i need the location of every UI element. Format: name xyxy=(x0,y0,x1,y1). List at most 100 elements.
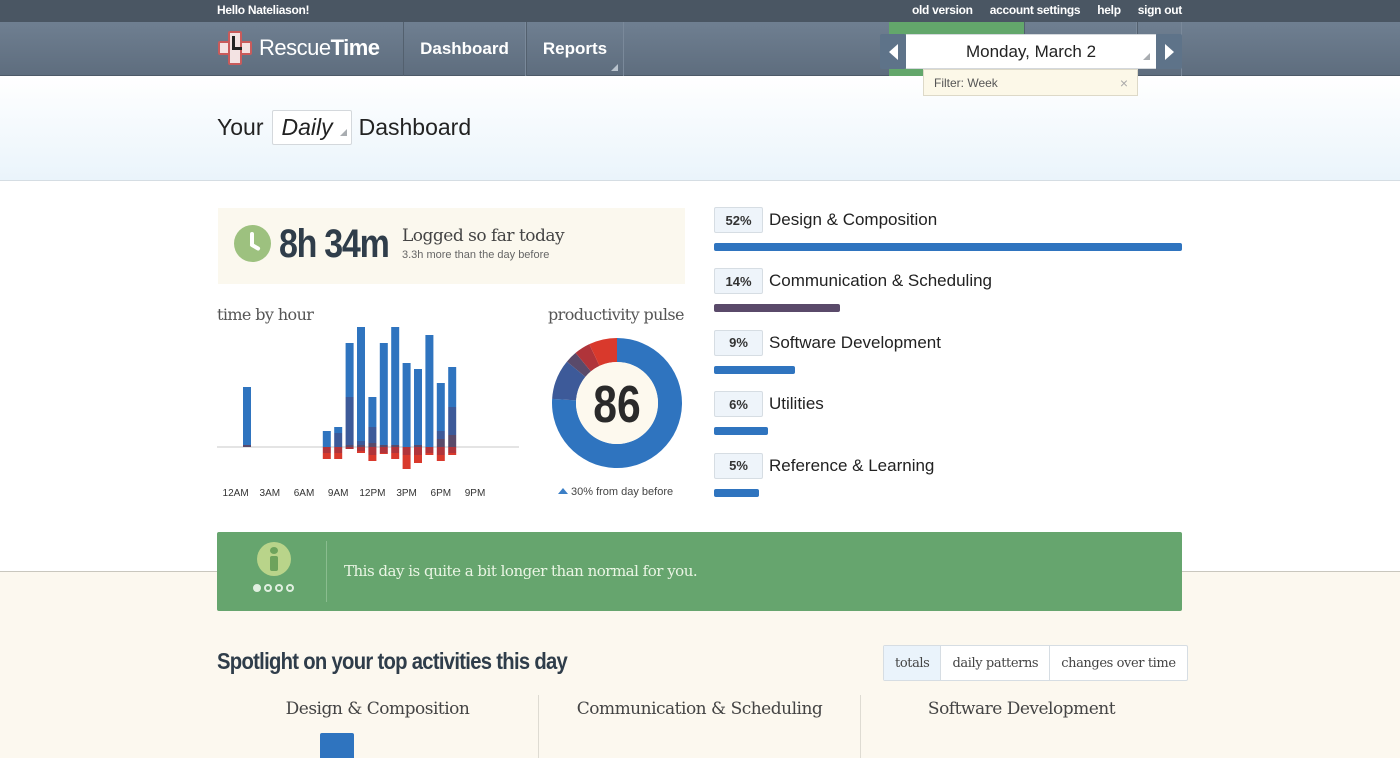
hour-bar-segment[interactable] xyxy=(334,453,343,459)
hour-bar-segment[interactable] xyxy=(379,343,388,445)
hour-bar-segment[interactable] xyxy=(391,447,400,453)
hour-bar-segment[interactable] xyxy=(436,383,445,431)
hour-bar-segment[interactable] xyxy=(414,455,422,463)
hour-bar-segment[interactable] xyxy=(425,335,434,447)
time-by-hour-chart[interactable]: 12AM 3AM 6AM 9AM 12PM 3PM 6PM 9PM xyxy=(217,320,522,505)
category-name[interactable]: Communication & Scheduling xyxy=(769,271,992,291)
hour-bar-segment[interactable] xyxy=(379,445,388,447)
previous-day-button[interactable] xyxy=(880,34,906,69)
arrow-up-icon xyxy=(558,488,568,494)
hour-bar-segment[interactable] xyxy=(322,453,331,459)
hour-bar-segment[interactable] xyxy=(368,397,377,427)
hour-bar-segment[interactable] xyxy=(322,431,331,447)
hour-bar-segment[interactable] xyxy=(357,445,365,447)
hour-bar-segment[interactable] xyxy=(448,367,457,407)
tab-totals[interactable]: totals xyxy=(884,646,941,680)
hour-bar-segment[interactable] xyxy=(436,455,445,461)
hour-bar-segment[interactable] xyxy=(334,433,343,447)
date-select[interactable]: Monday, March 2 xyxy=(906,34,1156,69)
category-percent: 14% xyxy=(714,268,763,295)
category-item[interactable]: 9% Software Development xyxy=(714,329,1182,391)
period-value: Daily xyxy=(281,114,333,140)
hour-bar-segment[interactable] xyxy=(334,447,343,453)
productivity-pulse-chart[interactable]: 86 xyxy=(548,334,686,472)
sign-out-link[interactable]: sign out xyxy=(1138,3,1183,17)
nav-reports[interactable]: Reports xyxy=(526,22,624,76)
hour-bar-segment[interactable] xyxy=(379,447,388,453)
pulse-change: 30% from day before xyxy=(558,486,673,498)
pager-dot[interactable] xyxy=(264,584,272,592)
insight-banner[interactable]: This day is quite a bit longer than norm… xyxy=(217,532,1182,611)
brand-name: RescueTime xyxy=(259,35,380,60)
close-icon[interactable]: × xyxy=(1120,75,1128,91)
category-percent: 5% xyxy=(714,452,763,479)
hour-bar-segment[interactable] xyxy=(243,387,251,445)
hour-bar-segment[interactable] xyxy=(334,427,343,433)
view-tabs: totals daily patterns changes over time xyxy=(883,645,1188,681)
hour-bar-segment[interactable] xyxy=(436,439,445,447)
hour-bar-segment[interactable] xyxy=(357,327,365,441)
category-item[interactable]: 5% Reference & Learning xyxy=(714,452,1182,514)
category-percent: 6% xyxy=(714,391,763,418)
nav-dashboard[interactable]: Dashboard xyxy=(403,22,526,76)
hour-bar-segment[interactable] xyxy=(402,447,411,455)
dropdown-corner-icon xyxy=(1143,53,1150,60)
account-settings-link[interactable]: account settings xyxy=(990,3,1081,17)
hour-bar-segment[interactable] xyxy=(402,363,411,447)
category-item[interactable]: 52% Design & Composition xyxy=(714,207,1182,268)
hour-bar-segment[interactable] xyxy=(425,453,434,455)
pager-dot[interactable] xyxy=(253,584,261,592)
insight-pager xyxy=(253,584,294,592)
pager-dot[interactable] xyxy=(286,584,294,592)
hour-bar-segment[interactable] xyxy=(243,445,251,447)
nav-reports-label: Reports xyxy=(542,39,608,58)
hour-bar-segment[interactable] xyxy=(391,453,400,459)
hour-bar-segment[interactable] xyxy=(357,441,365,445)
hour-bar-segment[interactable] xyxy=(391,327,400,445)
x-tick-label: 6PM xyxy=(431,488,452,499)
x-tick-label: 9AM xyxy=(328,488,349,499)
hour-bar-segment[interactable] xyxy=(448,407,457,435)
hour-bar-segment[interactable] xyxy=(322,447,331,453)
x-tick-label: 3AM xyxy=(260,488,281,499)
hour-bar-segment[interactable] xyxy=(414,447,422,455)
category-name[interactable]: Software Development xyxy=(769,333,941,353)
tab-changes-over-time[interactable]: changes over time xyxy=(1049,646,1186,680)
tab-daily-patterns[interactable]: daily patterns xyxy=(940,646,1049,680)
category-item[interactable]: 14% Communication & Scheduling xyxy=(714,268,1182,329)
hour-bar-segment[interactable] xyxy=(357,447,365,451)
hour-bar-segment[interactable] xyxy=(368,427,377,443)
pager-dot[interactable] xyxy=(275,584,283,592)
category-name[interactable]: Utilities xyxy=(769,394,824,414)
category-name[interactable]: Reference & Learning xyxy=(769,456,934,476)
hour-bar-segment[interactable] xyxy=(436,431,445,439)
hour-bar-segment[interactable] xyxy=(425,447,434,453)
hour-bar-segment[interactable] xyxy=(402,455,411,469)
hour-bar-segment[interactable] xyxy=(379,453,388,454)
category-item[interactable]: 6% Utilities xyxy=(714,391,1182,452)
help-link[interactable]: help xyxy=(1097,3,1121,17)
hour-bar-segment[interactable] xyxy=(448,435,457,447)
hour-bar-segment[interactable] xyxy=(345,447,354,449)
hour-bar-segment[interactable] xyxy=(448,447,457,453)
period-select[interactable]: Daily xyxy=(272,110,352,145)
hour-bar-segment[interactable] xyxy=(414,369,422,445)
hour-bar-segment[interactable] xyxy=(391,445,400,447)
divider xyxy=(326,541,327,602)
hour-bar-segment[interactable] xyxy=(414,445,422,447)
hour-bar-segment[interactable] xyxy=(345,397,354,445)
hour-bar-segment[interactable] xyxy=(345,445,354,447)
hour-bar-segment[interactable] xyxy=(368,447,377,455)
hour-bar-segment[interactable] xyxy=(368,455,377,461)
logo[interactable]: RescueTime xyxy=(218,31,380,65)
pulse-score: 86 xyxy=(593,376,640,434)
hour-bar-segment[interactable] xyxy=(345,343,354,397)
hour-bar-segment[interactable] xyxy=(436,447,445,455)
hour-bar-segment[interactable] xyxy=(357,451,365,453)
hour-bar-segment[interactable] xyxy=(448,453,457,455)
next-day-button[interactable] xyxy=(1156,34,1182,69)
category-name[interactable]: Design & Composition xyxy=(769,210,937,230)
old-version-link[interactable]: old version xyxy=(912,3,973,17)
category-bar xyxy=(714,488,759,497)
hour-bar-segment[interactable] xyxy=(368,443,377,447)
